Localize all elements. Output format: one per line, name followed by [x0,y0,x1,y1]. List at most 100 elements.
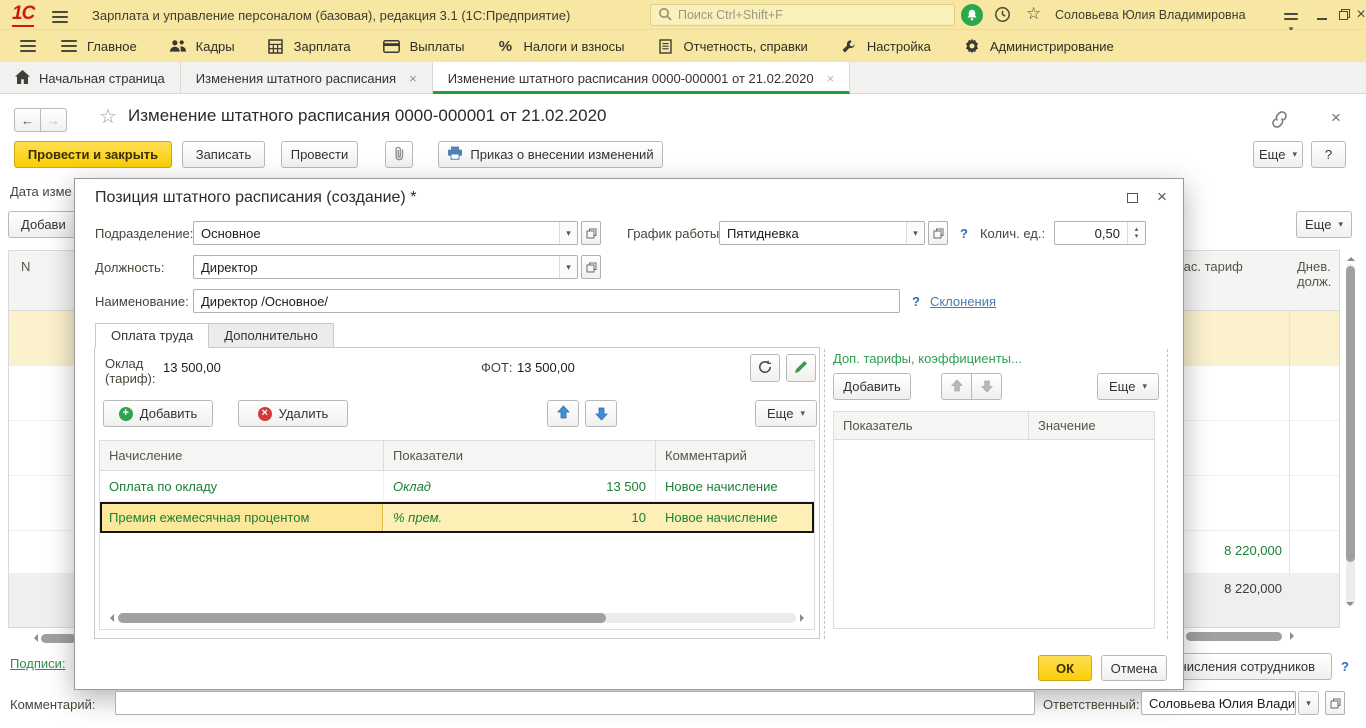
scroll-left-icon[interactable] [106,614,114,622]
responsible-input[interactable]: Соловьева Юлия Владим [1141,691,1296,715]
accrual-row-selected[interactable]: Премия ежемесячная процентом % прем.10 Н… [100,502,814,533]
scroll-up-icon[interactable] [1347,253,1355,261]
scroll-down-icon[interactable] [1346,602,1354,610]
post-and-close-button[interactable]: Провести и закрыть [14,141,172,168]
cancel-button[interactable]: Отмена [1101,655,1167,681]
menu-payments[interactable]: Выплаты [367,30,481,62]
column-indicator[interactable]: Показатель [834,412,1029,439]
employee-accruals-button-fragment[interactable]: числения сотрудников [1163,653,1332,680]
tab-pay[interactable]: Оплата труда [95,323,209,348]
tab-staff-changes-list[interactable]: Изменения штатного расписания × [181,62,433,94]
highlighted-row-fragment[interactable] [9,311,76,366]
tab-staff-change-document[interactable]: Изменение штатного расписания 0000-00000… [433,62,851,94]
units-input[interactable]: 0,50 ▴▾ [1054,221,1146,245]
scroll-right-icon[interactable] [1290,632,1298,640]
pay-more-button[interactable]: Еще▾ [755,400,817,427]
print-order-button[interactable]: Приказ о внесении изменений [438,141,663,168]
move-down-button-disabled[interactable] [971,373,1002,400]
favorites-star-icon[interactable]: ☆ [1026,4,1041,24]
responsible-dropdown-button[interactable]: ▾ [1298,691,1319,715]
scrollbar-thumb[interactable] [1346,266,1355,562]
recalculate-button[interactable] [750,354,780,382]
functions-menu-icon[interactable] [12,30,44,62]
extra-table[interactable]: Показатель Значение [833,411,1155,629]
scroll-right-icon[interactable] [800,614,808,622]
get-link-icon[interactable] [1270,111,1289,133]
dialog-close-icon[interactable]: × [1157,187,1167,207]
help-question-mark[interactable]: ? [1341,659,1349,674]
column-accrual[interactable]: Начисление [100,441,384,470]
move-up-button[interactable] [547,400,579,427]
extra-add-button[interactable]: Добавить [833,373,911,400]
department-open-button[interactable] [581,221,601,245]
splitter[interactable] [824,349,825,639]
chevron-down-icon[interactable]: ▾ [906,222,924,244]
declensions-link[interactable]: Склонения [930,294,996,309]
signatures-link[interactable]: Подписи: [10,656,66,671]
accruals-h-scrollbar[interactable] [106,612,808,624]
menu-main[interactable]: Главное [44,30,153,62]
schedule-help[interactable]: ? [960,226,968,241]
restore-button[interactable] [1333,0,1353,30]
chevron-down-icon[interactable]: ▾ [559,222,577,244]
name-input[interactable]: Директор /Основное/ [193,289,900,313]
department-combo[interactable]: Основное ▾ [193,221,578,245]
column-indicators[interactable]: Показатели [384,441,656,470]
dialog-maximize-icon[interactable] [1127,193,1138,203]
schedule-open-button[interactable] [928,221,948,245]
close-tab-icon[interactable]: × [827,71,835,86]
menu-personnel[interactable]: Кадры [153,30,251,62]
scrollbar-thumb[interactable] [118,613,606,623]
horizontal-scrollbar-right-fragment[interactable] [1186,630,1304,642]
menu-salary[interactable]: Зарплата [251,30,367,62]
favorite-star-icon[interactable]: ☆ [99,104,117,129]
post-button[interactable]: Провести [281,141,358,168]
search-input[interactable]: Поиск Ctrl+Shift+F [650,4,955,26]
menu-administration[interactable]: Администрирование [947,30,1130,62]
forward-button[interactable]: → [40,108,67,132]
close-app-button[interactable]: × [1351,0,1366,30]
move-up-button-disabled[interactable] [941,373,972,400]
document-more-button[interactable]: Еще▾ [1253,141,1303,168]
history-icon[interactable] [994,6,1011,28]
menu-taxes[interactable]: % Налоги и взносы [480,30,640,62]
help-button[interactable]: ? [1311,141,1346,168]
position-combo[interactable]: Директор ▾ [193,255,578,279]
user-name[interactable]: Соловьева Юлия Владимировна [1055,8,1246,22]
attachments-button[interactable] [385,141,413,168]
main-menu-icon[interactable] [52,8,68,31]
splitter[interactable] [1167,349,1168,639]
column-value[interactable]: Значение [1029,412,1154,439]
pay-add-button[interactable]: + Добавить [103,400,213,427]
tab-additional[interactable]: Дополнительно [208,323,334,348]
move-down-button[interactable] [585,400,617,427]
comment-input[interactable] [115,691,1035,715]
scrollbar-thumb[interactable] [1186,632,1282,641]
staff-table-left-fragment[interactable]: N [8,250,76,628]
responsible-open-button[interactable] [1325,691,1345,715]
menu-reports[interactable]: Отчетность, справки [641,30,824,62]
close-tab-icon[interactable]: × [409,71,417,86]
table-more-button[interactable]: Еще▾ [1296,211,1352,238]
vertical-scrollbar[interactable] [1344,250,1357,620]
position-open-button[interactable] [581,255,601,279]
scroll-left-icon[interactable] [30,634,38,642]
notifications-bell-icon[interactable] [961,4,983,26]
ok-button[interactable]: ОК [1038,655,1092,681]
name-help[interactable]: ? [912,294,920,309]
back-button[interactable]: ← [14,108,41,132]
tab-home[interactable]: Начальная страница [0,62,181,94]
horizontal-scrollbar-left-fragment[interactable] [30,632,76,644]
close-document-icon[interactable]: × [1331,108,1341,128]
save-button[interactable]: Записать [182,141,265,168]
minimize-button[interactable] [1312,0,1332,30]
spinner-icon[interactable]: ▴▾ [1127,222,1145,244]
column-comment[interactable]: Комментарий [656,441,814,470]
edit-button[interactable] [786,354,816,382]
menu-settings[interactable]: Настройка [824,30,947,62]
chevron-down-icon[interactable]: ▾ [559,256,577,278]
schedule-combo[interactable]: Пятидневка ▾ [719,221,925,245]
accrual-row[interactable]: Оплата по окладу Оклад13 500 Новое начис… [100,471,814,502]
extra-more-button[interactable]: Еще▾ [1097,373,1159,400]
pay-delete-button[interactable]: × Удалить [238,400,348,427]
